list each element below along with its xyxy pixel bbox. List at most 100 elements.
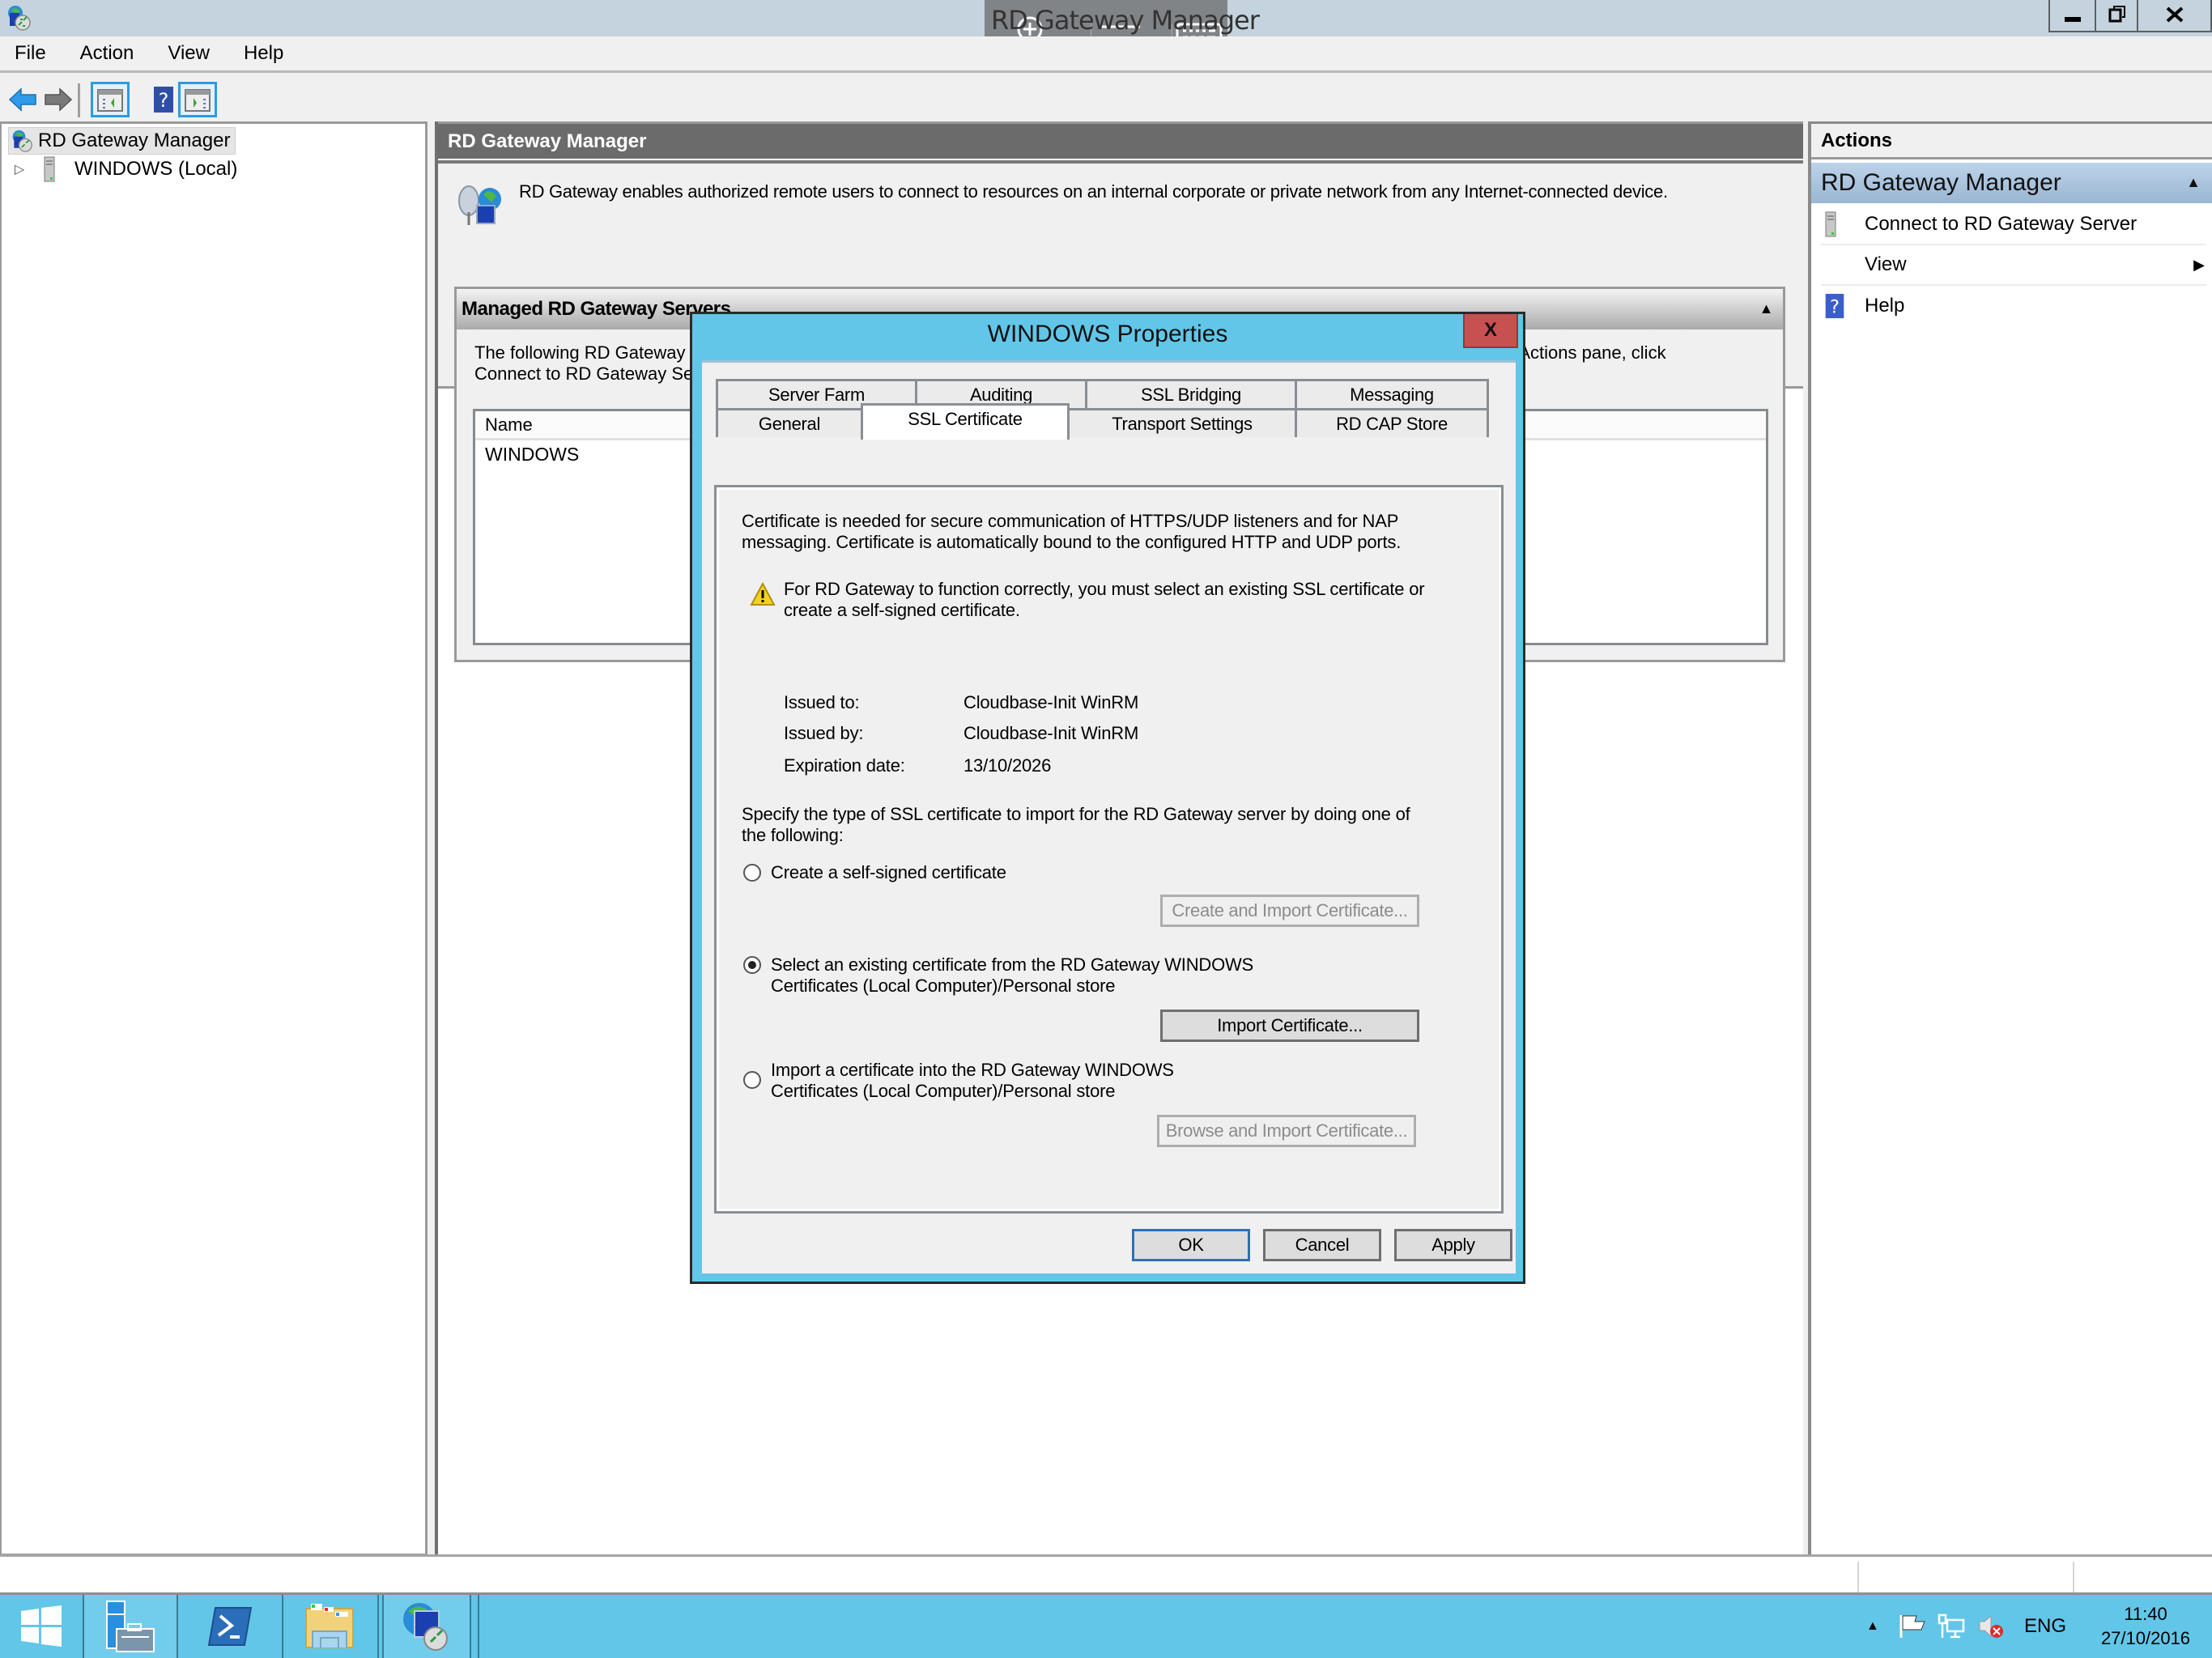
action-label: Connect to RD Gateway Server (1865, 213, 2138, 235)
description-line: The following RD Gateway s (474, 342, 700, 363)
show-hidden-icons-button[interactable]: ▲ (1866, 1595, 1879, 1658)
clock-date: 27/10/2016 (2100, 1628, 2191, 1648)
server-icon (1821, 211, 1865, 237)
rd-gateway-icon (403, 1603, 448, 1651)
taskbar-server-manager[interactable] (83, 1595, 178, 1658)
import-certificate-button[interactable]: Import Certificate... (1160, 1010, 1419, 1042)
dialog-close-button[interactable]: X (1463, 314, 1518, 348)
show-hide-console-tree-button[interactable] (91, 82, 130, 117)
properties-dialog: WINDOWS Properties X Server Farm Auditin… (690, 312, 1525, 1284)
expiration-date-value: 13/10/2026 (963, 755, 1052, 776)
menu-help[interactable]: Help (239, 40, 288, 66)
volume-muted-icon[interactable] (1977, 1595, 2005, 1658)
actions-group-header[interactable]: RD Gateway Manager ▲ (1811, 163, 2212, 203)
close-icon: X (1483, 319, 1497, 341)
taskbar-rd-gateway-manager[interactable] (382, 1595, 471, 1658)
taskbar-powershell[interactable] (178, 1595, 283, 1658)
show-hide-action-pane-button[interactable] (178, 82, 217, 117)
tab-ssl-bridging[interactable]: SSL Bridging (1085, 379, 1297, 408)
toolbar-separator (78, 83, 80, 117)
rd-gateway-satellite-icon (454, 180, 506, 232)
rd-gateway-app-icon (6, 5, 31, 31)
description-line: Connect to RD Gateway Ser (474, 363, 700, 384)
menu-file[interactable]: File (10, 40, 51, 66)
create-and-import-certificate-button[interactable]: Create and Import Certificate... (1160, 895, 1419, 927)
menu-action[interactable]: Action (75, 40, 139, 66)
specify-text-line: the following: (742, 825, 844, 845)
action-label: Help (1865, 295, 1905, 317)
console-tree-icon (97, 89, 123, 112)
option-label[interactable]: Certificates (Local Computer)/Personal s… (771, 976, 1115, 997)
status-separator (1857, 1562, 1859, 1592)
clock-time: 11:40 (2124, 1604, 2167, 1624)
tab-page-ssl-certificate: Certificate is needed for secure communi… (714, 485, 1504, 1214)
warning-text-line: For RD Gateway to function correctly, yo… (784, 579, 1425, 599)
folder-icon (305, 1604, 354, 1648)
submenu-arrow-icon: ▶ (2193, 257, 2205, 273)
results-pane-header: RD Gateway Manager (438, 121, 1803, 159)
close-button[interactable] (2137, 0, 2212, 32)
windows-logo-icon (21, 1605, 62, 1647)
taskbar-file-explorer[interactable] (283, 1595, 379, 1658)
collapse-arrow-icon[interactable]: ▲ (2186, 174, 2201, 191)
powershell-icon (207, 1607, 253, 1646)
description-text: RD Gateway enables authorized remote use… (519, 181, 1668, 202)
action-center-flag-icon[interactable] (1899, 1595, 1926, 1658)
window-title: RD Gateway Manager (991, 5, 1260, 36)
option-label[interactable]: Certificates (Local Computer)/Personal s… (771, 1081, 1115, 1102)
action-help[interactable]: ? Help (1821, 286, 2206, 326)
expand-arrow-icon[interactable]: ▷ (15, 161, 29, 177)
option-label[interactable]: Import a certificate into the RD Gateway… (771, 1060, 1174, 1081)
forward-arrow-icon (45, 87, 73, 112)
action-pane-icon (185, 89, 211, 112)
list-item[interactable]: WINDOWS (485, 444, 579, 466)
help-button[interactable]: ? (144, 82, 183, 117)
intro-text-line: messaging. Certificate is automatically … (742, 532, 1402, 552)
warning-text-line: create a self-signed certificate. (784, 600, 1020, 620)
input-language[interactable]: ENG (2024, 1595, 2066, 1658)
dialog-title: WINDOWS Properties (987, 321, 1228, 347)
clock[interactable]: 11:40 27/10/2016 (2089, 1595, 2202, 1658)
collapse-arrow-icon[interactable]: ▲ (1759, 300, 1774, 317)
intro-text-line: Certificate is needed for secure communi… (742, 511, 1399, 531)
back-button[interactable] (3, 82, 42, 117)
tab-rd-cap-store[interactable]: RD CAP Store (1295, 408, 1489, 437)
issued-to-value: Cloudbase-Init WinRM (963, 692, 1139, 712)
svg-text:?: ? (159, 89, 169, 112)
dialog-client-area: Server Farm Auditing SSL Bridging Messag… (702, 360, 1516, 1273)
svg-text:?: ? (1830, 296, 1840, 317)
tab-general[interactable]: General (716, 408, 863, 437)
option-label[interactable]: Select an existing certificate from the … (771, 954, 1253, 976)
radio-import-certificate[interactable] (743, 1071, 761, 1089)
browse-and-import-certificate-button[interactable]: Browse and Import Certificate... (1157, 1115, 1416, 1147)
forward-button[interactable] (39, 82, 78, 117)
option-label[interactable]: Create a self-signed certificate (771, 862, 1006, 883)
minimize-button[interactable] (2048, 0, 2095, 32)
action-view[interactable]: View ▶ (1821, 245, 2206, 286)
restore-button[interactable] (2095, 0, 2138, 32)
actions-pane: Actions RD Gateway Manager ▲ Connect to … (1808, 121, 2212, 1556)
menu-bar: File Action View Help (0, 36, 2212, 73)
tree-item-rd-gateway-manager[interactable]: RD Gateway Manager (8, 127, 236, 155)
tab-ssl-certificate[interactable]: SSL Certificate (861, 403, 1070, 440)
apply-button[interactable]: Apply (1394, 1229, 1512, 1261)
tab-messaging[interactable]: Messaging (1295, 379, 1489, 408)
ok-button[interactable]: OK (1132, 1229, 1250, 1261)
tab-transport-settings[interactable]: Transport Settings (1067, 408, 1297, 437)
radio-create-self-signed[interactable] (743, 864, 761, 882)
network-icon[interactable] (1938, 1595, 1965, 1658)
toolbar: ? (0, 75, 2212, 120)
back-arrow-icon (8, 87, 36, 112)
tree-item-label: RD Gateway Manager (38, 130, 231, 151)
tree-item-windows-local[interactable]: ▷ WINDOWS (Local) (15, 156, 237, 182)
radio-select-existing[interactable] (743, 956, 761, 974)
help-icon: ? (154, 87, 173, 113)
cancel-button[interactable]: Cancel (1263, 1229, 1381, 1261)
actions-group-title: RD Gateway Manager (1821, 169, 2061, 196)
menu-view[interactable]: View (163, 40, 215, 66)
taskbar-divider (471, 1595, 479, 1658)
action-connect-to-server[interactable]: Connect to RD Gateway Server (1821, 205, 2206, 245)
start-button[interactable] (0, 1595, 83, 1658)
server-icon (44, 156, 74, 182)
warning-icon (750, 581, 776, 611)
